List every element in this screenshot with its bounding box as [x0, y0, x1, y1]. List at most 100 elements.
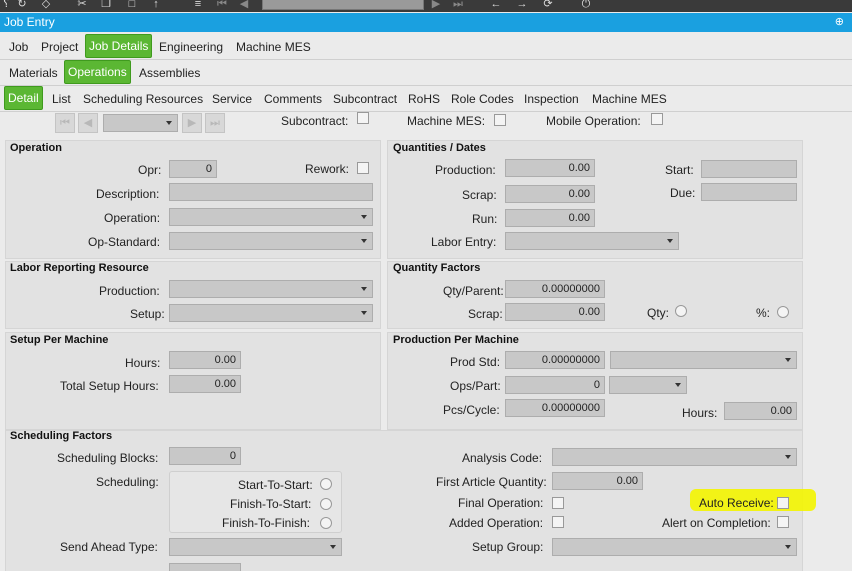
setup-hours-field[interactable]: 0.00 [169, 351, 241, 369]
tab-assemblies[interactable]: Assemblies [139, 64, 200, 82]
auto-receive-checkbox[interactable] [777, 497, 789, 509]
chevron-down-icon [785, 358, 791, 362]
tab-job-details[interactable]: Job Details [85, 34, 153, 58]
labor-production-combo[interactable] [169, 280, 373, 298]
tab-subcontract[interactable]: Subcontract [333, 90, 397, 108]
tab-service[interactable]: Service [212, 90, 252, 108]
scheduling-factors-title: Scheduling Factors [10, 430, 113, 442]
analysis-code-combo[interactable] [552, 448, 797, 466]
machine-mes-checkbox[interactable] [494, 114, 506, 126]
scrap-field[interactable]: 0.00 [505, 185, 595, 203]
send-ahead-combo[interactable] [169, 538, 342, 556]
pcs-cycle-field[interactable]: 0.00000000 [505, 399, 605, 417]
hook-icon[interactable]: ↑ [150, 0, 162, 10]
operation-selector[interactable] [103, 114, 178, 132]
prod-hours-field[interactable]: 0.00 [724, 402, 797, 420]
mobile-operation-checkbox[interactable] [651, 113, 663, 125]
refresh-icon[interactable]: ↻ [16, 0, 28, 10]
tab-operations[interactable]: Operations [64, 60, 131, 84]
final-operation-checkbox[interactable] [552, 497, 564, 509]
next-op-button[interactable]: ▶ [182, 113, 202, 133]
tab-inspection[interactable]: Inspection [524, 90, 579, 108]
production-field[interactable]: 0.00 [505, 159, 595, 177]
next-record-icon[interactable]: ▶ [430, 0, 442, 10]
tab-scheduling-resources[interactable]: Scheduling Resources [83, 90, 203, 108]
prev-record-icon[interactable]: ◀ [238, 0, 250, 10]
tab-list[interactable]: List [52, 90, 71, 108]
scheduling-blocks-field[interactable]: 0 [169, 447, 241, 465]
tab-job[interactable]: Job [9, 38, 28, 56]
first-article-label: First Article Quantity: [436, 475, 547, 489]
list-icon[interactable]: ≡ [192, 0, 204, 10]
power-icon[interactable]: ⏻ [580, 0, 592, 10]
reload-icon[interactable]: ⟳ [542, 0, 554, 10]
tab-rohs[interactable]: RoHS [408, 90, 440, 108]
chevron-down-icon [667, 239, 673, 243]
description-label: Description: [96, 187, 160, 201]
prod-std-label: Prod Std: [450, 355, 501, 369]
tabs-row-2: Materials Operations Assemblies [0, 59, 852, 86]
tab-materials[interactable]: Materials [9, 64, 58, 82]
bracket-icon[interactable]: ⸮ [0, 0, 12, 10]
chevron-down-icon [361, 215, 367, 219]
setup-hours-label: Hours: [125, 356, 161, 370]
pin-icon[interactable]: ⊕ [835, 15, 844, 28]
window-title: Job Entry [4, 15, 55, 29]
qty-radio[interactable] [675, 305, 687, 317]
paste-icon[interactable]: □ [126, 0, 138, 10]
chevron-down-icon [675, 383, 681, 387]
tab-engineering[interactable]: Engineering [159, 38, 223, 56]
total-setup-hours-field[interactable]: 0.00 [169, 375, 241, 393]
tab-machine-mes[interactable]: Machine MES [236, 38, 311, 56]
alert-on-completion-checkbox[interactable] [777, 516, 789, 528]
scheduling-label: Scheduling: [96, 475, 159, 489]
prod-std-field[interactable]: 0.00000000 [505, 351, 605, 369]
added-operation-label: Added Operation: [449, 516, 544, 530]
start-date-field[interactable] [701, 160, 797, 178]
tag-icon[interactable]: ◇ [40, 0, 52, 10]
op-standard-label: Op-Standard: [88, 235, 161, 249]
due-date-field[interactable] [701, 183, 797, 201]
description-field[interactable] [169, 183, 373, 201]
scrap-label: Scrap: [462, 188, 497, 202]
tab-machine-mes-sub[interactable]: Machine MES [592, 90, 667, 108]
setup-group-combo[interactable] [552, 538, 797, 556]
last-record-icon[interactable]: ⏭ [452, 0, 464, 10]
first-op-button[interactable]: ⏮ [55, 113, 75, 133]
tab-role-codes[interactable]: Role Codes [451, 90, 514, 108]
first-article-field[interactable]: 0.00 [552, 472, 643, 490]
opr-field[interactable]: 0 [169, 160, 217, 178]
tab-detail[interactable]: Detail [4, 86, 43, 110]
first-record-icon[interactable]: ⏮ [216, 0, 228, 10]
prev-op-button[interactable]: ◀ [78, 113, 98, 133]
pct-radio[interactable] [777, 306, 789, 318]
rework-checkbox[interactable] [357, 162, 369, 174]
prod-std-uom-combo[interactable] [610, 351, 797, 369]
added-operation-checkbox[interactable] [552, 516, 564, 528]
scissors-icon[interactable]: ✂ [76, 0, 88, 10]
forward-icon[interactable]: → [516, 0, 528, 10]
finish-to-start-radio[interactable] [320, 498, 332, 510]
record-selector[interactable] [262, 0, 424, 10]
ops-part-field[interactable]: 0 [505, 376, 605, 394]
tab-comments[interactable]: Comments [264, 90, 322, 108]
last-op-button[interactable]: ⏭ [205, 113, 225, 133]
qf-scrap-label: Scrap: [468, 307, 503, 321]
run-field[interactable]: 0.00 [505, 209, 595, 227]
back-icon[interactable]: ← [490, 0, 502, 10]
ops-part-uom-combo[interactable] [609, 376, 687, 394]
copy-icon[interactable]: ❐ [100, 0, 112, 10]
start-to-start-radio[interactable] [320, 478, 332, 490]
partial-hidden-field[interactable] [169, 563, 241, 571]
qf-scrap-field[interactable]: 0.00 [505, 303, 605, 321]
qty-parent-field[interactable]: 0.00000000 [505, 280, 605, 298]
operation-combo[interactable] [169, 208, 373, 226]
labor-entry-combo[interactable] [505, 232, 679, 250]
tab-project[interactable]: Project [41, 38, 78, 56]
finish-to-finish-radio[interactable] [320, 517, 332, 529]
setup-group-label: Setup Group: [472, 540, 544, 554]
labor-setup-combo[interactable] [169, 304, 373, 322]
finish-to-start-label: Finish-To-Start: [230, 497, 312, 511]
subcontract-checkbox[interactable] [357, 112, 369, 124]
op-standard-combo[interactable] [169, 232, 373, 250]
